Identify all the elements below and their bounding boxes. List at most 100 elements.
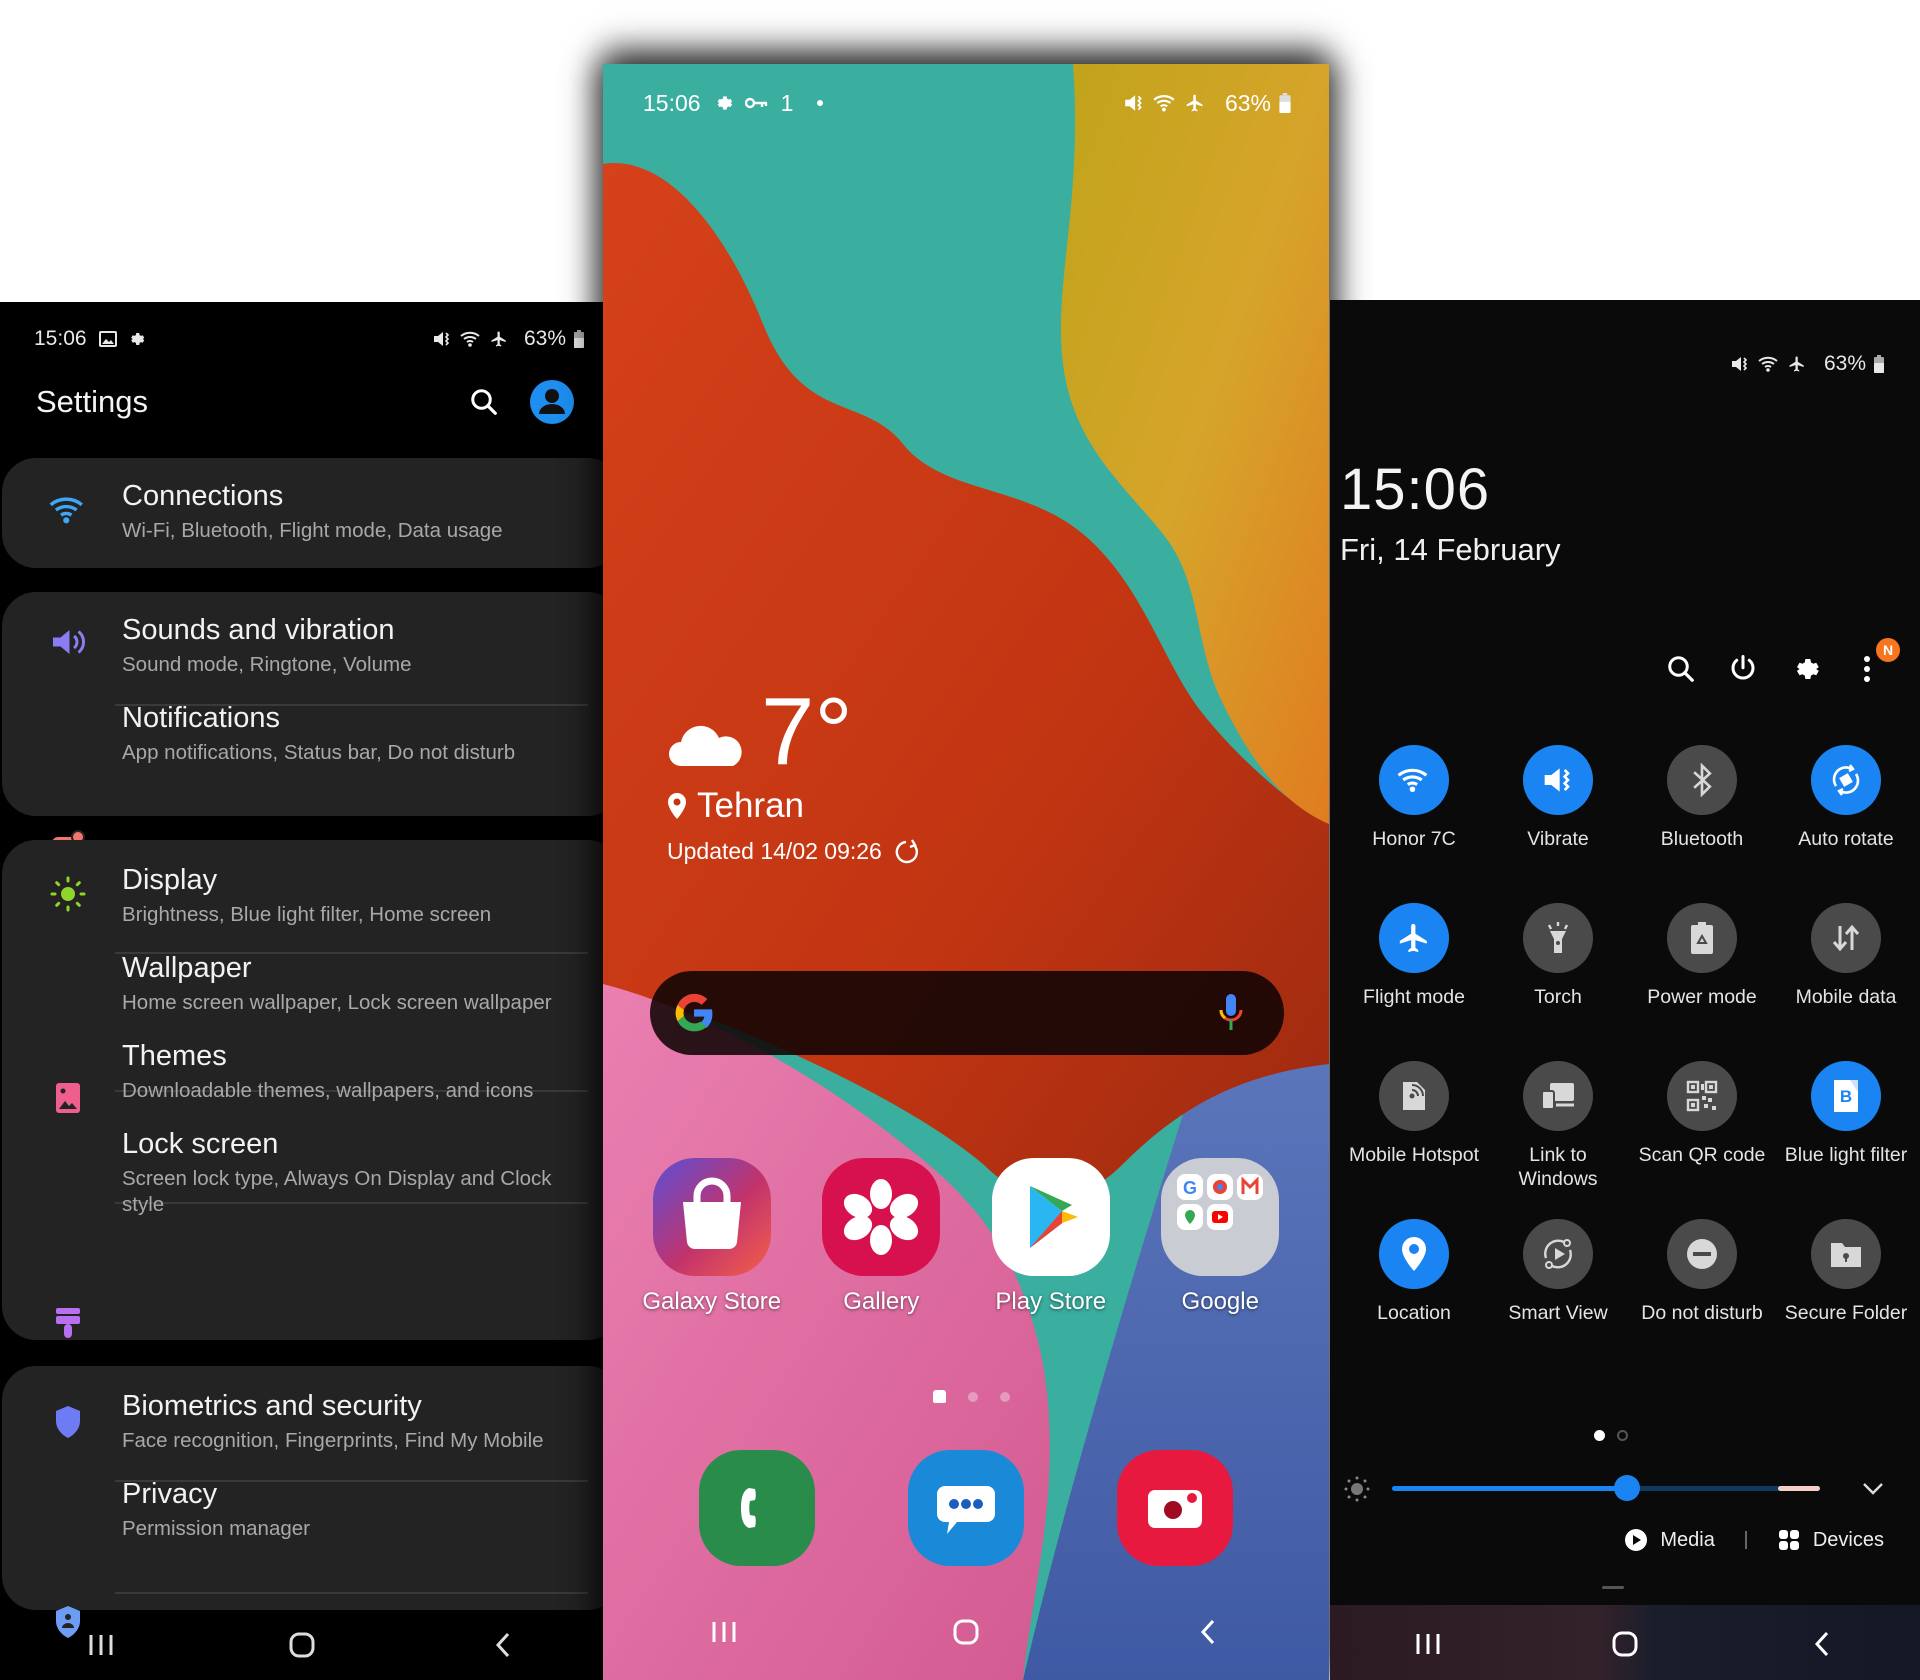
quick-tile-label: Bluetooth [1660,828,1744,850]
home-button[interactable] [946,1612,986,1652]
svg-text:B: B [1840,1087,1852,1106]
quick-tile-power-mode[interactable]: Power mode [1630,903,1774,1033]
do-not-disturb-icon [1685,1237,1719,1271]
panel-drag-handle[interactable] [1602,1586,1624,1589]
back-button[interactable] [483,1625,523,1665]
gear-icon[interactable] [1788,652,1822,686]
weather-widget[interactable]: 7° Tehran Updated 14/02 09:26 [667,684,920,865]
search-icon[interactable] [464,382,504,422]
app-google-folder[interactable]: G Google [1136,1158,1306,1316]
battery-percent: 63% [523,327,566,350]
recent-apps-button[interactable] [81,1625,121,1665]
back-button[interactable] [1188,1612,1228,1652]
back-button[interactable] [1802,1624,1842,1664]
avatar[interactable] [530,380,574,424]
quick-tile-scan-qr-code[interactable]: Scan QR code [1630,1061,1774,1191]
app-play-store[interactable]: Play Store [966,1158,1136,1316]
home-page-indicator[interactable] [933,1390,946,1403]
quick-tile-blue-light-filter[interactable]: B Blue light filter [1774,1061,1918,1191]
app-gallery[interactable]: Gallery [797,1158,967,1316]
brightness-slider-thumb[interactable] [1614,1475,1641,1501]
quick-tile-toggle[interactable] [1379,745,1449,815]
panel-page-indicator[interactable] [1594,1430,1628,1441]
page-dot[interactable] [968,1391,978,1402]
battery-recycle-icon [1689,921,1715,955]
chevron-down-icon[interactable] [1858,1474,1888,1504]
power-icon[interactable] [1726,652,1760,686]
quick-tile-toggle[interactable] [1667,903,1737,973]
quick-tile-label: Secure Folder [1784,1302,1908,1324]
quick-tile-toggle[interactable]: B [1811,1061,1881,1131]
settings-item-privacy[interactable]: Privacy Permission manager [2,1454,604,1638]
quick-tile-toggle[interactable] [1667,745,1737,815]
vibrate-icon [1123,93,1145,113]
settings-item-themes[interactable]: Themes Downloadable themes, wallpapers, … [2,1016,604,1338]
quick-tile-do-not-disturb[interactable]: Do not disturb [1630,1219,1774,1349]
settings-group-connections: Connections Wi-Fi, Bluetooth, Flight mod… [2,458,604,568]
settings-item-sounds[interactable]: Sounds and vibration Sound mode, Rington… [2,592,604,678]
page-dot[interactable] [1000,1391,1010,1402]
quick-tile-toggle[interactable] [1811,903,1881,973]
quick-tile-toggle[interactable] [1523,1061,1593,1131]
quick-tile-location[interactable]: Location [1342,1219,1486,1349]
wifi-icon [48,490,88,530]
recent-apps-button[interactable] [1408,1624,1448,1664]
page-dot-active[interactable] [1594,1430,1605,1441]
quick-tile-label: Location [1377,1302,1451,1324]
microphone-icon[interactable] [1216,991,1246,1035]
page-indicator[interactable] [933,1390,1010,1403]
quick-tile-mobile-data[interactable]: Mobile data [1774,903,1918,1033]
google-search-bar[interactable] [650,971,1284,1055]
panel-clock[interactable]: 15:06 [1340,456,1490,523]
notification-badge: N [1876,638,1900,662]
quick-tile-toggle[interactable] [1379,1061,1449,1131]
media-devices-bar: Media Devices [1624,1528,1884,1552]
quick-tile-toggle[interactable] [1811,1219,1881,1289]
home-button[interactable] [282,1625,322,1665]
quick-tile-toggle[interactable] [1523,745,1593,815]
refresh-icon[interactable] [894,838,920,865]
quick-tile-vibrate[interactable]: Vibrate [1486,745,1630,875]
quick-tile-link-to-windows[interactable]: Link to Windows [1486,1061,1630,1191]
settings-item-biometrics[interactable]: Biometrics and security Face recognition… [2,1366,604,1454]
quick-tile-toggle[interactable] [1811,745,1881,815]
phone-app-icon[interactable] [699,1450,816,1566]
weather-city: Tehran [697,786,805,825]
quick-tile-auto-rotate[interactable]: Auto rotate [1774,745,1918,875]
messages-app-icon[interactable] [907,1450,1024,1566]
media-button[interactable]: Media [1660,1529,1714,1552]
notification-count: 1 [780,89,794,116]
settings-item-notifications[interactable]: Notifications App notifications, Status … [2,678,604,856]
quick-tile-smart-view[interactable]: Smart View [1486,1219,1630,1349]
gallery-icon [98,331,117,347]
page-dot[interactable] [1617,1430,1628,1441]
brightness-slider[interactable] [1392,1475,1820,1501]
settings-phone: 15:06 63% Settings Connections Wi-Fi, Bl… [0,302,604,1680]
quick-tile-toggle[interactable] [1523,903,1593,973]
search-icon[interactable] [1664,652,1698,686]
settings-item-display[interactable]: Display Brightness, Blue light filter, H… [2,840,604,928]
quick-tile-toggle[interactable] [1667,1219,1737,1289]
quick-tile-torch[interactable]: Torch [1486,903,1630,1033]
quick-tile-toggle[interactable] [1379,903,1449,973]
panel-date[interactable]: Fri, 14 February [1340,532,1561,568]
quick-tile-label: Vibrate [1527,828,1589,850]
devices-button[interactable]: Devices [1813,1529,1884,1552]
home-button[interactable] [1605,1624,1645,1664]
settings-item-wallpaper[interactable]: Wallpaper Home screen wallpaper, Lock sc… [2,928,604,1113]
quick-tile-bluetooth[interactable]: Bluetooth [1630,745,1774,875]
quick-tile-honor-7c[interactable]: Honor 7C [1342,745,1486,875]
quick-tile-flight-mode[interactable]: Flight mode [1342,903,1486,1033]
settings-item-title: Wallpaper [122,952,252,984]
quick-tile-toggle[interactable] [1523,1219,1593,1289]
settings-item-connections[interactable]: Connections Wi-Fi, Bluetooth, Flight mod… [2,458,604,544]
quick-tile-toggle[interactable] [1379,1219,1449,1289]
more-options-icon[interactable]: N [1850,638,1900,686]
quick-tile-toggle[interactable] [1667,1061,1737,1131]
settings-item-lock-screen[interactable]: Lock screen Screen lock type, Always On … [2,1104,604,1550]
quick-tile-mobile-hotspot[interactable]: Mobile Hotspot [1342,1061,1486,1191]
app-galaxy-store[interactable]: Galaxy Store [627,1158,797,1316]
recent-apps-button[interactable] [704,1612,744,1652]
camera-app-icon[interactable] [1116,1450,1233,1566]
quick-tile-secure-folder[interactable]: Secure Folder [1774,1219,1918,1349]
